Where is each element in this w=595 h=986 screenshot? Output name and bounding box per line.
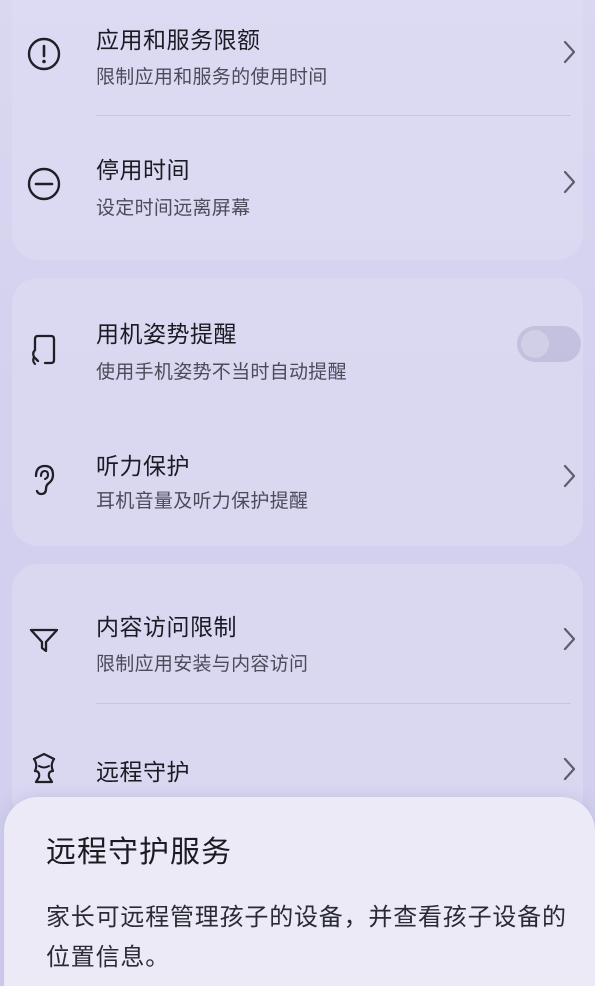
settings-item-subtitle: 限制应用和服务的使用时间 bbox=[96, 66, 328, 88]
sheet-description: 家长可远程管理孩子的设备，并查看孩子设备的位置信息。 bbox=[46, 903, 567, 971]
posture-reminder-toggle[interactable] bbox=[517, 326, 581, 362]
chevron-right-icon bbox=[557, 753, 581, 785]
settings-item-title: 内容访问限制 bbox=[96, 615, 237, 641]
settings-item-title: 用机姿势提醒 bbox=[96, 322, 237, 348]
toggle-knob bbox=[521, 330, 549, 358]
phone-posture-icon bbox=[22, 328, 66, 372]
divider bbox=[96, 115, 571, 116]
settings-item-subtitle: 使用手机姿势不当时自动提醒 bbox=[96, 361, 347, 383]
alert-circle-icon bbox=[22, 32, 66, 76]
chevron-right-icon bbox=[557, 623, 581, 655]
chevron-right-icon bbox=[557, 460, 581, 492]
settings-item-hearing-protection[interactable]: 听力保护 耳机音量及听力保护提醒 bbox=[0, 444, 595, 524]
settings-item-posture-reminder: 用机姿势提醒 使用手机姿势不当时自动提醒 bbox=[0, 312, 595, 392]
chevron-right-icon bbox=[557, 166, 581, 198]
settings-item-content-restrictions[interactable]: 内容访问限制 限制应用安装与内容访问 bbox=[0, 608, 595, 688]
chevron-right-icon bbox=[557, 36, 581, 68]
remote-guard-info-sheet: 远程守护服务 家长可远程管理孩子的设备，并查看孩子设备的位置信息。 bbox=[4, 797, 595, 986]
sheet-title: 远程守护服务 bbox=[46, 835, 232, 870]
settings-item-downtime[interactable]: 停用时间 设定时间远离屏幕 bbox=[0, 148, 595, 228]
settings-item-subtitle: 限制应用安装与内容访问 bbox=[96, 653, 309, 675]
ear-icon bbox=[22, 458, 66, 502]
filter-icon bbox=[22, 618, 66, 662]
settings-item-remote-guard[interactable]: 远程守护 bbox=[0, 745, 595, 797]
settings-item-title: 远程守护 bbox=[96, 760, 190, 786]
settings-item-app-limits[interactable]: 应用和服务限额 限制应用和服务的使用时间 bbox=[0, 18, 595, 98]
settings-item-subtitle: 耳机音量及听力保护提醒 bbox=[96, 490, 309, 512]
settings-item-subtitle: 设定时间远离屏幕 bbox=[96, 197, 251, 219]
settings-item-title: 听力保护 bbox=[96, 454, 190, 480]
divider bbox=[96, 703, 571, 704]
settings-item-title: 停用时间 bbox=[96, 158, 190, 184]
minus-circle-icon bbox=[22, 162, 66, 206]
remote-guard-icon bbox=[22, 747, 66, 791]
screen: 应用和服务限额 限制应用和服务的使用时间 停用时间 设定时间远离屏幕 用机姿势提… bbox=[0, 0, 595, 986]
settings-item-title: 应用和服务限额 bbox=[96, 28, 261, 54]
